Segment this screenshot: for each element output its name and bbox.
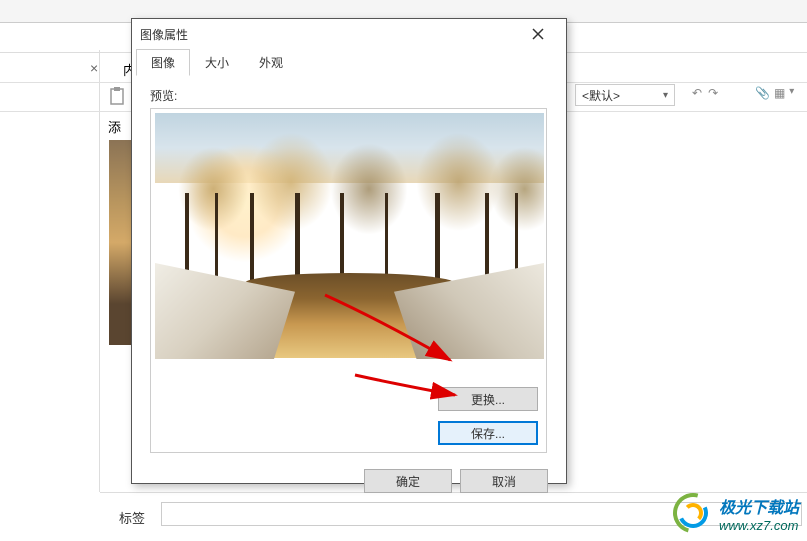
- cancel-button[interactable]: 取消: [460, 469, 548, 493]
- dialog-footer: 确定 取消: [132, 463, 566, 503]
- watermark: 极光下载站 www.xz7.com: [673, 493, 799, 533]
- tab-size[interactable]: 大小: [190, 49, 244, 76]
- content-text-fragment: 添: [108, 117, 121, 136]
- tab-image[interactable]: 图像: [136, 49, 190, 76]
- undo-redo-group: ↶ ↷: [692, 86, 718, 100]
- paste-icon[interactable]: [107, 86, 127, 106]
- watermark-url: www.xz7.com: [719, 518, 799, 533]
- format-dropdown[interactable]: <默认> ▾: [575, 84, 675, 106]
- preview-image: [155, 113, 544, 359]
- tags-label: 标签: [119, 508, 145, 527]
- ok-button[interactable]: 确定: [364, 469, 452, 493]
- close-panel-icon[interactable]: ×: [90, 60, 98, 76]
- redo-icon[interactable]: ↷: [708, 86, 718, 100]
- image-icon[interactable]: ▦: [774, 86, 785, 100]
- dialog-titlebar[interactable]: 图像属性: [132, 19, 566, 49]
- preview-box: 更换... 保存...: [150, 108, 547, 453]
- watermark-title: 极光下载站: [719, 494, 799, 518]
- dialog-body: 预览:: [132, 77, 566, 463]
- panel-divider: [99, 50, 100, 492]
- undo-icon[interactable]: ↶: [692, 86, 702, 100]
- watermark-logo-icon: [673, 493, 713, 533]
- dialog-close-button[interactable]: [518, 20, 558, 48]
- image-properties-dialog: 图像属性 图像 大小 外观 预览:: [131, 18, 567, 484]
- tab-appearance[interactable]: 外观: [244, 49, 298, 76]
- chevron-down-icon: ▾: [663, 90, 668, 101]
- replace-button[interactable]: 更换...: [438, 387, 538, 411]
- preview-label: 预览:: [150, 87, 548, 104]
- chevron-down-icon[interactable]: ▾: [789, 86, 794, 100]
- format-dropdown-value: <默认>: [582, 87, 620, 104]
- attachment-icon[interactable]: 📎: [755, 86, 770, 100]
- dialog-tabs: 图像 大小 外观: [132, 49, 566, 77]
- dialog-title: 图像属性: [140, 26, 188, 43]
- attach-group: 📎 ▦ ▾: [755, 86, 794, 100]
- save-button[interactable]: 保存...: [438, 421, 538, 445]
